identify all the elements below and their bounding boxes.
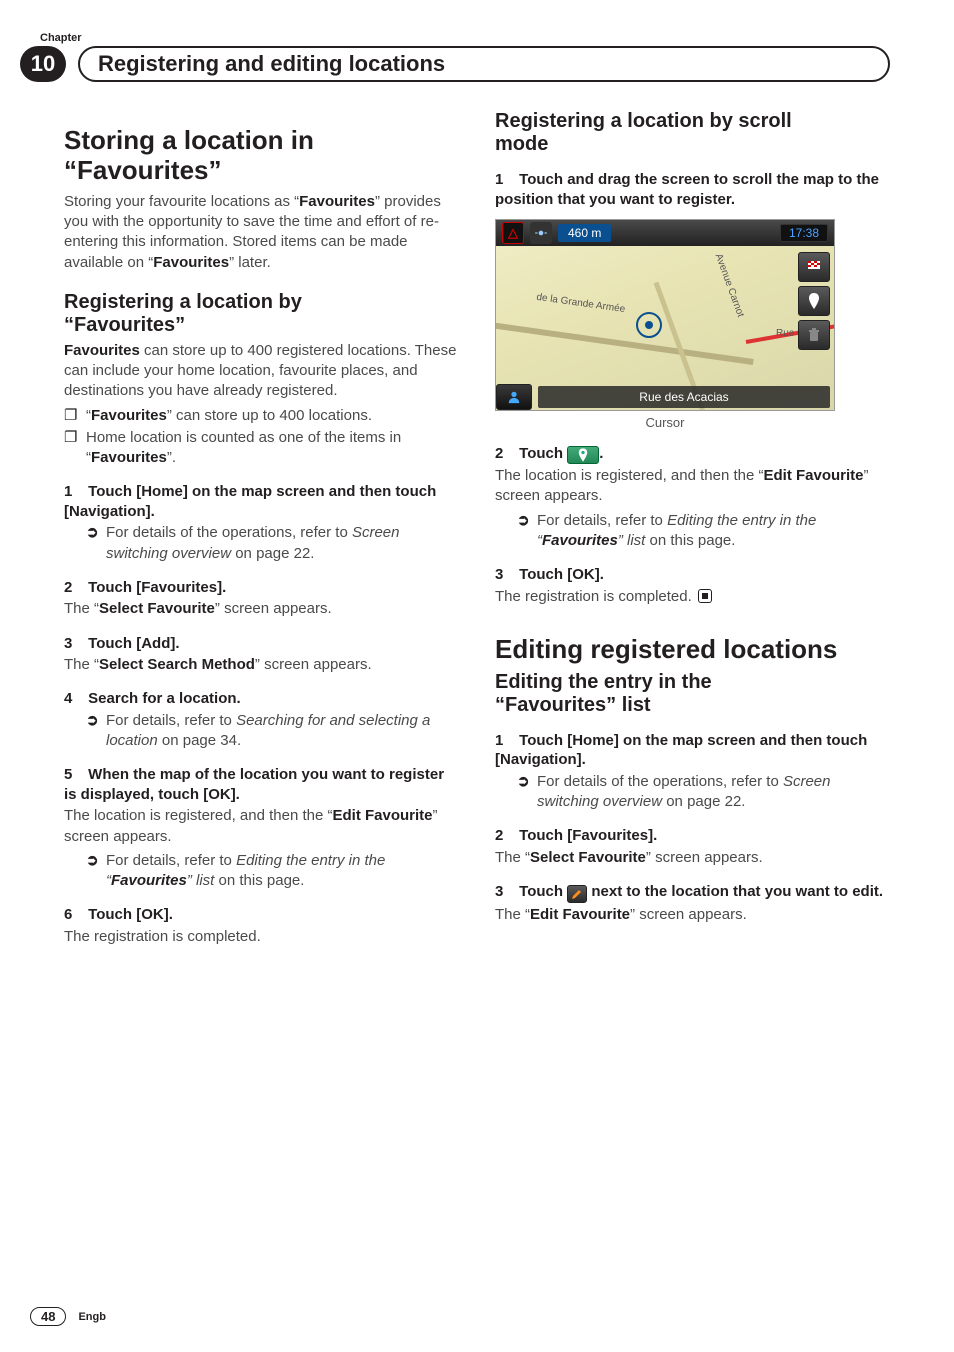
map-pin-button[interactable] <box>798 286 830 316</box>
note-400-locations: ❐ “Favourites” can store up to 400 locat… <box>64 406 459 426</box>
storing-intro: Storing your favourite locations as “Fav… <box>64 192 459 273</box>
map-user-button[interactable] <box>496 384 532 410</box>
reference-icon: ➲ <box>86 851 106 892</box>
step-5-ok: 5 When the map of the location you want … <box>64 765 459 804</box>
edit-step-2-follow: The “Select Favourite” screen appears. <box>495 848 890 868</box>
scroll-step-3-follow: The registration is completed. <box>495 587 890 607</box>
edit-step-1: 1 Touch [Home] on the map screen and the… <box>495 731 890 770</box>
warning-icon[interactable]: △ <box>502 222 524 244</box>
edit-step-1-ref: ➲ For details of the operations, refer t… <box>517 772 890 813</box>
scroll-step-3: 3 Touch [OK]. <box>495 565 890 585</box>
street-label: Avenue Carnot <box>713 252 746 318</box>
chapter-bar: 10 Registering and editing locations <box>20 46 890 82</box>
street-label: de la Grande Armée <box>536 292 626 315</box>
chapter-title: Registering and editing locations <box>78 46 890 82</box>
step-1-home-nav: 1 Touch [Home] on the map screen and the… <box>64 482 459 521</box>
register-by-fav-heading: Registering a location by “Favourites” <box>64 291 459 337</box>
step-3-add: 3 Touch [Add]. <box>64 634 459 654</box>
step-2-follow: The “Select Favourite” screen appears. <box>64 599 459 619</box>
map-flag-button[interactable] <box>798 252 830 282</box>
editing-heading: Editing registered locations <box>495 635 890 665</box>
chapter-label: Chapter <box>40 32 890 44</box>
map-time: 17:38 <box>780 224 828 242</box>
edit-step-3: 3 Touch next to the location that you wa… <box>495 882 890 903</box>
end-mark-icon <box>698 589 712 603</box>
step-2-favourites: 2 Touch [Favourites]. <box>64 578 459 598</box>
left-column: Storing a location in “Favourites” Stori… <box>64 110 459 951</box>
step-4-search: 4 Search for a location. <box>64 689 459 709</box>
satellite-icon[interactable] <box>530 222 552 244</box>
step-5-follow: The location is registered, and then the… <box>64 806 459 847</box>
pin-icon <box>567 446 599 464</box>
edit-step-3-follow: The “Edit Favourite” screen appears. <box>495 905 890 925</box>
language-code: Engb <box>78 1311 106 1323</box>
map-street-name: Rue des Acacias <box>538 386 830 408</box>
register-scroll-heading: Registering a location by scroll mode <box>495 110 890 156</box>
map-cursor <box>636 312 662 338</box>
note-home-counted: ❐ Home location is counted as one of the… <box>64 428 459 469</box>
right-column: Registering a location by scroll mode 1 … <box>495 110 890 951</box>
editing-entry-heading: Editing the entry in the “Favourites” li… <box>495 671 890 717</box>
reference-icon: ➲ <box>517 511 537 552</box>
map-screenshot: de la Grande Armée Avenue Carnot Rue Be … <box>495 219 835 411</box>
edit-icon <box>567 885 587 903</box>
step-1-ref: ➲ For details of the operations, refer t… <box>86 523 459 564</box>
chapter-number: 10 <box>20 46 66 82</box>
scroll-step-2-follow: The location is registered, and then the… <box>495 466 890 507</box>
scroll-step-2: 2 Touch . <box>495 444 890 464</box>
reference-icon: ➲ <box>517 772 537 813</box>
map-bottom-bar: Rue des Acacias <box>496 384 834 410</box>
step-5-ref: ➲ For details, refer to Editing the entr… <box>86 851 459 892</box>
map-delete-button[interactable] <box>798 320 830 350</box>
step-4-ref: ➲ For details, refer to Searching for an… <box>86 711 459 752</box>
scroll-step-2-ref: ➲ For details, refer to Editing the entr… <box>517 511 890 552</box>
register-by-fav-body: Favourites can store up to 400 registere… <box>64 341 459 402</box>
map-distance: 460 m <box>558 224 611 242</box>
step-6-follow: The registration is completed. <box>64 927 459 947</box>
map-top-bar: △ 460 m 17:38 <box>496 220 834 246</box>
page-number: 48 <box>30 1307 66 1326</box>
edit-step-2: 2 Touch [Favourites]. <box>495 826 890 846</box>
note-icon: ❐ <box>64 406 86 426</box>
step-6-ok: 6 Touch [OK]. <box>64 905 459 925</box>
reference-icon: ➲ <box>86 711 106 752</box>
reference-icon: ➲ <box>86 523 106 564</box>
storing-heading: Storing a location in “Favourites” <box>64 126 459 186</box>
step-3-follow: The “Select Search Method” screen appear… <box>64 655 459 675</box>
note-icon: ❐ <box>64 428 86 469</box>
scroll-step-1: 1 Touch and drag the screen to scroll th… <box>495 170 890 209</box>
cursor-caption: Cursor <box>495 415 835 430</box>
page-footer: 48 Engb <box>30 1307 106 1326</box>
